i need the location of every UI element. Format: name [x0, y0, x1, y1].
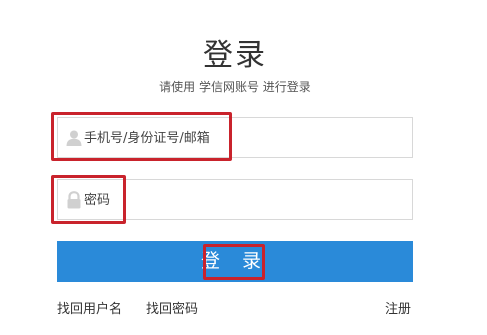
login-page: 登录 请使用 学信网账号 进行登录 登 录 找回用户名 找回密码 注册	[0, 0, 487, 335]
lock-icon	[65, 191, 83, 209]
user-icon	[65, 129, 83, 147]
page-title: 登录	[203, 38, 267, 73]
username-input[interactable]	[84, 126, 384, 150]
password-input[interactable]	[84, 188, 384, 212]
register-link[interactable]: 注册	[385, 298, 411, 317]
find-password-link[interactable]: 找回密码	[146, 298, 198, 317]
username-field[interactable]	[57, 117, 413, 158]
page-subtitle: 请使用 学信网账号 进行登录	[159, 80, 311, 94]
password-field[interactable]	[57, 179, 413, 220]
find-username-link[interactable]: 找回用户名	[57, 298, 122, 317]
login-button[interactable]: 登 录	[57, 241, 413, 282]
